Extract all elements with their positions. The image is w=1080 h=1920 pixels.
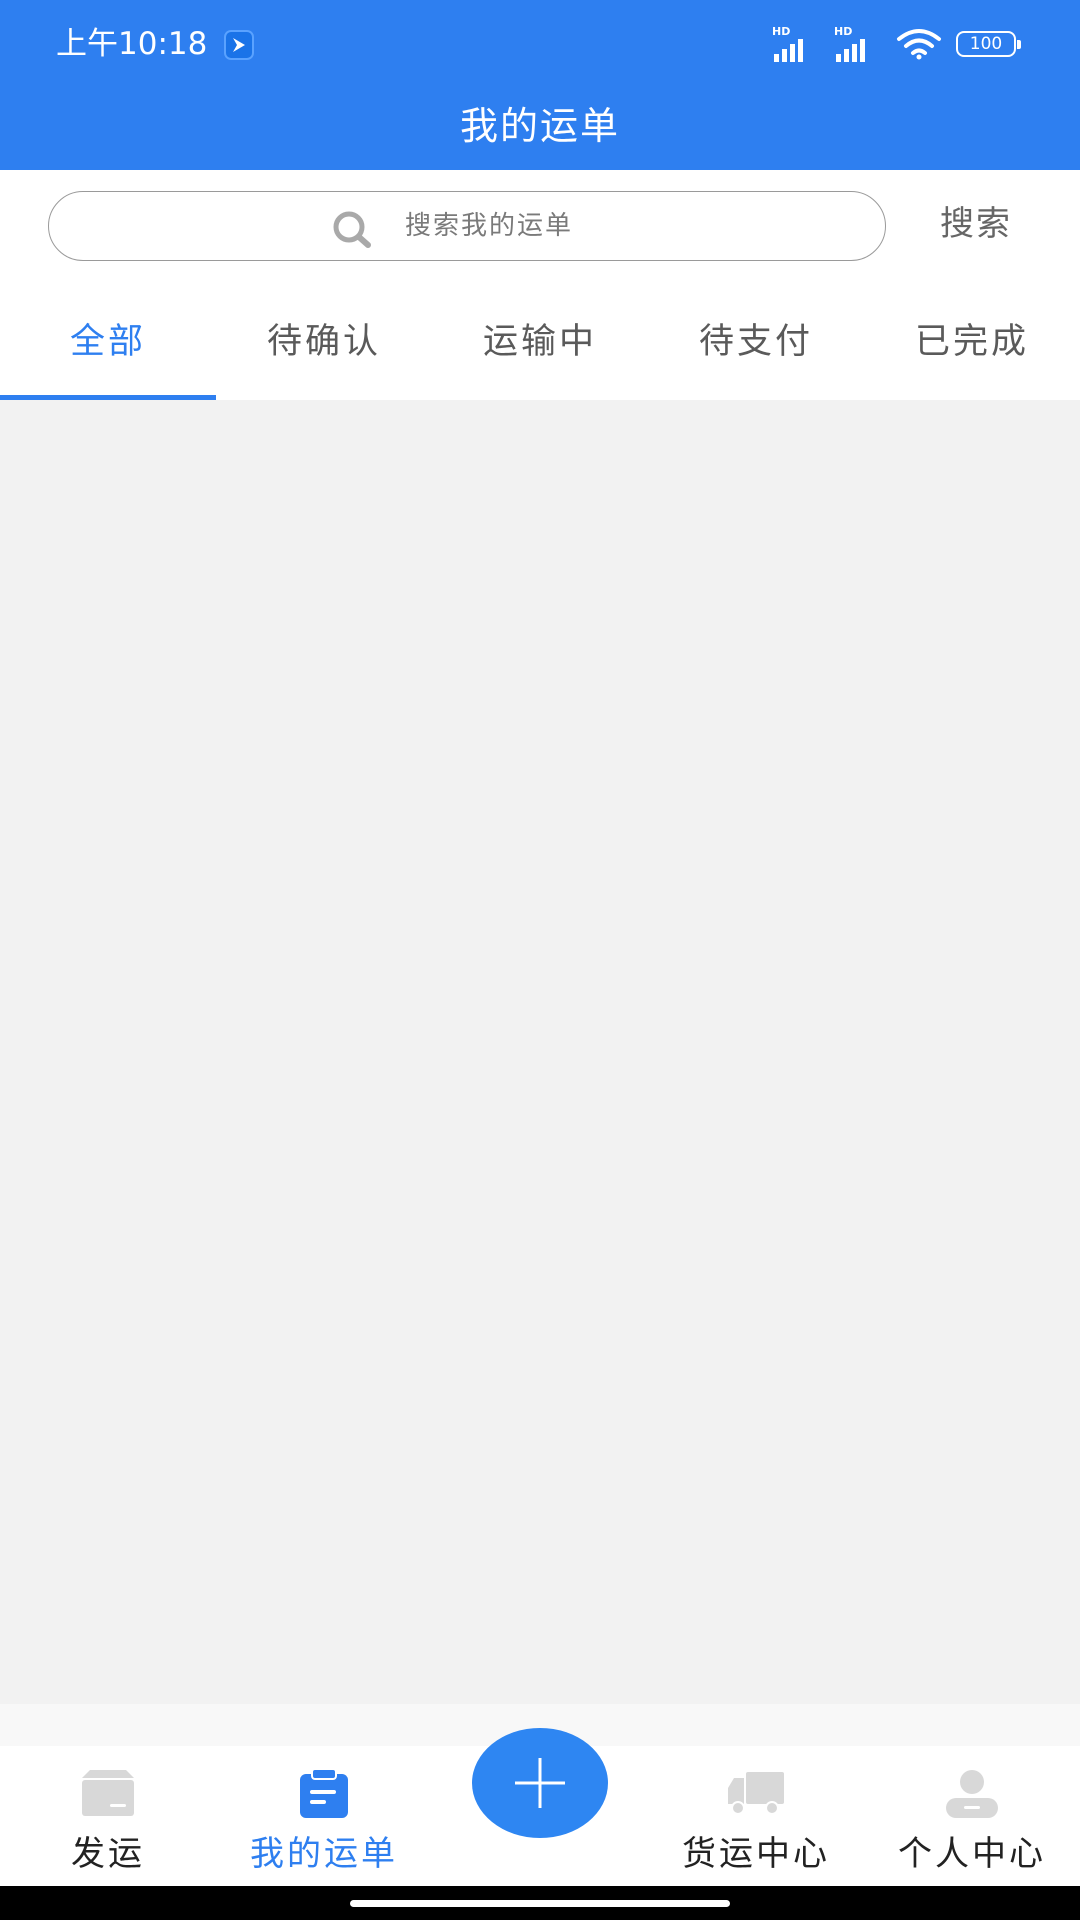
battery-icon: 100 bbox=[956, 31, 1021, 57]
plus-icon bbox=[515, 1758, 565, 1808]
search-input[interactable]: 搜索我的运单 bbox=[48, 191, 886, 261]
tab-pending-confirm[interactable]: 待确认 bbox=[216, 276, 432, 400]
nav-ship[interactable]: 发运 bbox=[0, 1766, 216, 1886]
signal-strength-icon: HD bbox=[772, 26, 820, 62]
package-icon bbox=[82, 1770, 134, 1816]
user-icon bbox=[946, 1770, 998, 1818]
signal-strength-icon-2: HD bbox=[834, 26, 882, 62]
header-bar: 我的运单 bbox=[0, 86, 1080, 170]
status-time: 上午10:18 bbox=[56, 26, 208, 62]
tab-label: 运输中 bbox=[482, 322, 597, 362]
wifi-icon bbox=[897, 29, 941, 60]
nav-label: 货运中心 bbox=[682, 1834, 830, 1874]
status-bar: 上午10:18 HD HD 100 bbox=[0, 0, 1080, 86]
tab-label: 全部 bbox=[69, 322, 146, 362]
add-waybill-button[interactable] bbox=[472, 1728, 608, 1838]
system-gesture-bar bbox=[0, 1886, 1080, 1920]
clipboard-icon bbox=[300, 1768, 348, 1818]
status-tabs: 全部 待确认 运输中 待支付 已完成 bbox=[0, 276, 1080, 400]
signal-hd-label: HD bbox=[772, 25, 791, 38]
tab-all[interactable]: 全部 bbox=[0, 276, 216, 400]
tab-label: 待支付 bbox=[698, 322, 813, 362]
nav-personal-center[interactable]: 个人中心 bbox=[864, 1766, 1080, 1886]
nav-label: 发运 bbox=[71, 1834, 145, 1874]
nav-my-waybills[interactable]: 我的运单 bbox=[216, 1766, 432, 1886]
waybill-list[interactable] bbox=[0, 400, 1080, 1704]
status-indicators: HD HD 100 bbox=[772, 24, 1021, 64]
tab-completed[interactable]: 已完成 bbox=[864, 276, 1080, 400]
notification-app-icon bbox=[224, 30, 254, 60]
search-area: 搜索我的运单 搜索 bbox=[0, 170, 1080, 276]
nav-label: 个人中心 bbox=[898, 1834, 1046, 1874]
tab-pending-payment[interactable]: 待支付 bbox=[648, 276, 864, 400]
truck-icon bbox=[728, 1772, 784, 1815]
tab-label: 已完成 bbox=[914, 322, 1029, 362]
nav-label: 我的运单 bbox=[250, 1834, 398, 1874]
tab-in-transit[interactable]: 运输中 bbox=[432, 276, 648, 400]
search-placeholder: 搜索我的运单 bbox=[405, 211, 574, 241]
tab-label: 待确认 bbox=[266, 322, 381, 362]
page-title: 我的运单 bbox=[459, 104, 620, 148]
home-indicator[interactable] bbox=[350, 1900, 730, 1907]
signal-hd-label-2: HD bbox=[834, 25, 853, 38]
search-icon bbox=[333, 211, 371, 248]
nav-freight-center[interactable]: 货运中心 bbox=[648, 1766, 864, 1886]
search-button[interactable]: 搜索 bbox=[940, 200, 1012, 248]
